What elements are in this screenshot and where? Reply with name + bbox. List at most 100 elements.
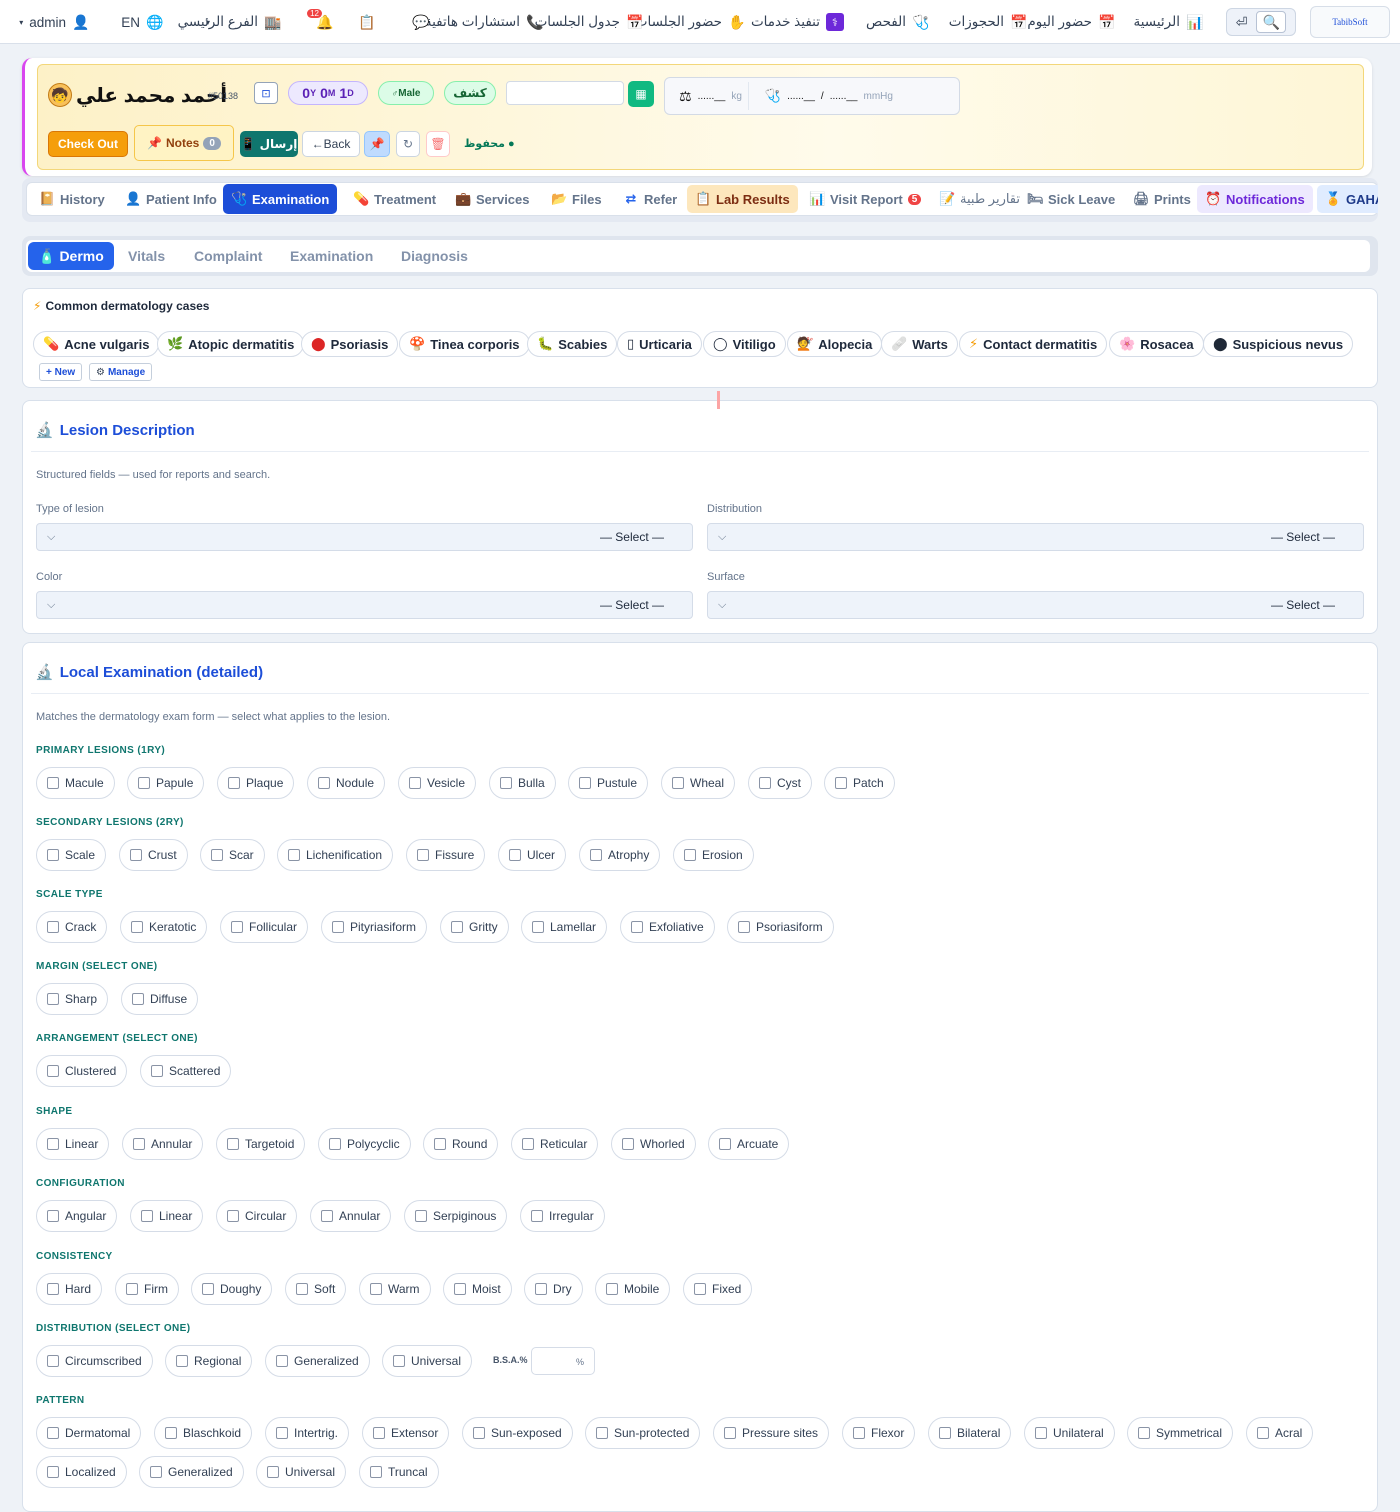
option-checkbox[interactable]: Symmetrical [1127, 1417, 1234, 1449]
checkout-button[interactable]: Check Out [48, 131, 128, 157]
resize-handle[interactable] [717, 391, 720, 409]
checkbox[interactable] [622, 1138, 634, 1150]
checkbox[interactable] [719, 1138, 731, 1150]
checkbox[interactable] [509, 849, 521, 861]
clipboard-button[interactable]: 📋 [358, 3, 376, 41]
option-checkbox[interactable]: Fixed [683, 1273, 753, 1305]
checkbox[interactable] [939, 1427, 951, 1439]
tab-sick-leave[interactable]: 🛏 Sick Leave [1019, 185, 1123, 213]
option-checkbox[interactable]: Generalized [265, 1345, 370, 1377]
date-input[interactable] [506, 81, 624, 105]
option-checkbox[interactable]: Universal [382, 1345, 473, 1377]
option-checkbox[interactable]: Circumscribed [36, 1345, 153, 1377]
option-checkbox[interactable]: Atrophy [579, 839, 661, 871]
checkbox[interactable] [738, 921, 750, 933]
checkbox[interactable] [227, 1138, 239, 1150]
checkbox[interactable] [231, 921, 243, 933]
tab-notifications[interactable]: ⏰ Notifications [1197, 185, 1313, 213]
surface-select[interactable]: ⌵ — Select — [707, 591, 1364, 619]
checkbox[interactable] [47, 921, 59, 933]
option-checkbox[interactable]: Arcuate [708, 1128, 790, 1160]
option-checkbox[interactable]: Soft [285, 1273, 347, 1305]
option-checkbox[interactable]: Keratotic [120, 911, 208, 943]
option-checkbox[interactable]: Bulla [489, 767, 556, 799]
checkbox[interactable] [329, 1138, 341, 1150]
checkbox[interactable] [631, 921, 643, 933]
option-checkbox[interactable]: Pustule [568, 767, 649, 799]
checkbox[interactable] [451, 921, 463, 933]
checkbox[interactable] [141, 1210, 153, 1222]
case-chip[interactable]: 💊 Acne vulgaris [33, 331, 160, 357]
option-checkbox[interactable]: Intertrig. [265, 1417, 350, 1449]
option-checkbox[interactable]: Reticular [511, 1128, 599, 1160]
option-checkbox[interactable]: Localized [36, 1456, 127, 1488]
option-checkbox[interactable]: Psoriasiform [727, 911, 834, 943]
checkbox[interactable] [332, 921, 344, 933]
checkbox[interactable] [131, 921, 143, 933]
checkbox[interactable] [130, 849, 142, 861]
checkbox[interactable] [47, 1065, 59, 1077]
checkbox[interactable] [1035, 1427, 1047, 1439]
option-checkbox[interactable]: Lichenification [277, 839, 394, 871]
subtab-examination[interactable]: Examination [280, 242, 383, 270]
checkbox[interactable] [684, 849, 696, 861]
option-checkbox[interactable]: Acral [1246, 1417, 1314, 1449]
checkbox[interactable] [151, 1065, 163, 1077]
option-checkbox[interactable]: Sun-exposed [462, 1417, 573, 1449]
tab-medical-reports[interactable]: 📝 تقارير طبية [931, 185, 1028, 213]
checkbox[interactable] [165, 1427, 177, 1439]
option-checkbox[interactable]: Papule [127, 767, 205, 799]
option-checkbox[interactable]: Fissure [406, 839, 486, 871]
checkbox[interactable] [596, 1427, 608, 1439]
option-checkbox[interactable]: Dry [524, 1273, 583, 1305]
option-checkbox[interactable]: Scale [36, 839, 107, 871]
option-checkbox[interactable]: Whorled [611, 1128, 696, 1160]
checkbox[interactable] [535, 1283, 547, 1295]
delete-button[interactable]: 🗑 [426, 131, 450, 157]
checkbox[interactable] [370, 1283, 382, 1295]
checkbox[interactable] [373, 1427, 385, 1439]
nav-today-attendance[interactable]: 📅 حضور اليوم [1027, 3, 1116, 41]
checkbox[interactable] [228, 777, 240, 789]
checkbox[interactable] [1138, 1427, 1150, 1439]
send-button[interactable]: 📱 إرسال [240, 131, 298, 157]
language-switch[interactable]: EN 🌐 [121, 3, 164, 41]
new-case-button[interactable]: + New [39, 363, 83, 381]
checkbox[interactable] [434, 1138, 446, 1150]
tab-prints[interactable]: 🖨 Prints [1125, 185, 1199, 213]
nav-services-exec[interactable]: ⚕ تنفيذ خدمات [751, 3, 844, 41]
checkbox[interactable] [835, 777, 847, 789]
option-checkbox[interactable]: Mobile [595, 1273, 671, 1305]
option-checkbox[interactable]: Blaschkoid [154, 1417, 253, 1449]
option-checkbox[interactable]: Extensor [362, 1417, 450, 1449]
tab-services[interactable]: 💼 Services [447, 185, 538, 213]
option-checkbox[interactable]: Pressure sites [713, 1417, 830, 1449]
case-chip[interactable]: 🌿 Atopic dermatitis [157, 331, 305, 357]
checkbox[interactable] [211, 849, 223, 861]
tab-lab-results[interactable]: 📋 Lab Results [687, 185, 798, 213]
checkbox[interactable] [202, 1283, 214, 1295]
case-chip[interactable]: 🐛 Scabies [527, 331, 618, 357]
option-checkbox[interactable]: Diffuse [121, 983, 199, 1015]
option-checkbox[interactable]: Flexor [842, 1417, 916, 1449]
case-chip[interactable]: ⚡ Contact dermatitis [959, 331, 1108, 357]
checkbox[interactable] [47, 1283, 59, 1295]
option-checkbox[interactable]: Hard [36, 1273, 103, 1305]
checkbox[interactable] [318, 777, 330, 789]
option-checkbox[interactable]: Gritty [440, 911, 509, 943]
option-checkbox[interactable]: Linear [36, 1128, 110, 1160]
option-checkbox[interactable]: Crack [36, 911, 108, 943]
tab-gaha[interactable]: 🏅 GAHA [1317, 185, 1378, 213]
checkbox[interactable] [126, 1283, 138, 1295]
checkbox[interactable] [288, 849, 300, 861]
option-checkbox[interactable]: Linear [130, 1200, 204, 1232]
option-checkbox[interactable]: Truncal [359, 1456, 439, 1488]
manage-cases-button[interactable]: ⚙ Manage [89, 363, 153, 381]
id-card-button[interactable]: ⊡ [254, 82, 278, 104]
checkbox[interactable] [853, 1427, 865, 1439]
option-checkbox[interactable]: Macule [36, 767, 115, 799]
search-icon[interactable]: 🔍 [1256, 11, 1287, 33]
checkbox[interactable] [579, 777, 591, 789]
subtab-complaint[interactable]: Complaint [184, 242, 272, 270]
distribution-select[interactable]: ⌵ — Select — [707, 523, 1364, 551]
